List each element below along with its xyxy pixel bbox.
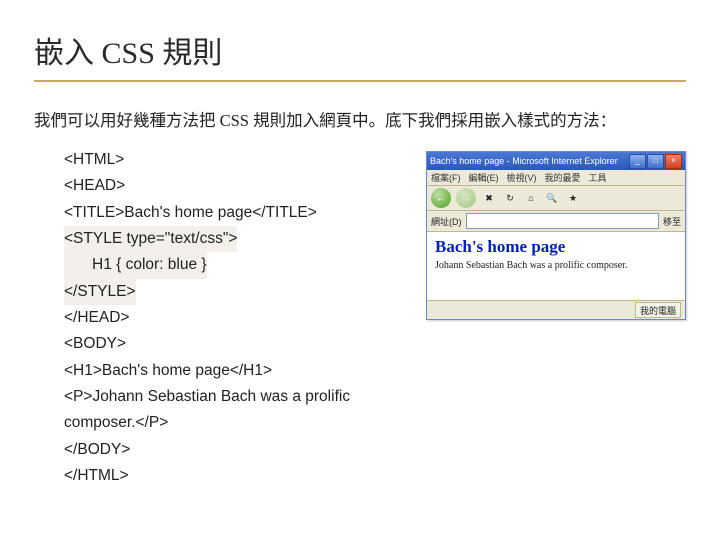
address-field[interactable]: [466, 213, 659, 229]
page-heading: Bach's home page: [435, 237, 677, 257]
browser-content: Bach's home page Johann Sebastian Bach w…: [427, 232, 685, 300]
browser-statusbar: 我的電腦: [427, 300, 685, 319]
code-line: <BODY>: [64, 331, 416, 357]
code-line-highlight: <STYLE type="text/css">: [64, 226, 237, 252]
back-button[interactable]: ←: [431, 188, 451, 208]
browser-menubar: 檔案(F) 編輯(E) 檢視(V) 我的最愛 工具: [427, 170, 685, 186]
address-label: 網址(D): [431, 215, 462, 228]
home-icon[interactable]: ⌂: [523, 190, 539, 206]
menu-edit[interactable]: 編輯(E): [469, 171, 499, 184]
search-icon[interactable]: 🔍: [544, 190, 560, 206]
menu-favorites[interactable]: 我的最愛: [545, 171, 581, 184]
favorites-icon[interactable]: ★: [565, 190, 581, 206]
go-button[interactable]: 移至: [663, 215, 681, 228]
refresh-icon[interactable]: ↻: [502, 190, 518, 206]
code-line: <HEAD>: [64, 173, 416, 199]
forward-button[interactable]: →: [456, 188, 476, 208]
browser-toolbar: ← → ✖ ↻ ⌂ 🔍 ★: [427, 186, 685, 211]
page-paragraph: Johann Sebastian Bach was a prolific com…: [435, 260, 677, 271]
browser-window: Bach's home page - Microsoft Internet Ex…: [426, 151, 686, 320]
minimize-button[interactable]: _: [629, 154, 646, 169]
code-line: </HEAD>: [64, 305, 416, 331]
close-button[interactable]: ×: [665, 154, 682, 169]
browser-titlebar: Bach's home page - Microsoft Internet Ex…: [427, 152, 685, 170]
code-block: <HTML> <HEAD> <TITLE>Bach's home page</T…: [34, 147, 416, 489]
title-underline: [34, 80, 686, 82]
menu-tools[interactable]: 工具: [589, 171, 607, 184]
browser-title: Bach's home page - Microsoft Internet Ex…: [430, 156, 618, 166]
description-text: 我們可以用好幾種方法把 CSS 規則加入網頁中。底下我們採用嵌入樣式的方法：: [34, 104, 686, 137]
code-line-highlight: H1 { color: blue }: [64, 252, 207, 278]
slide-title: 嵌入 CSS 規則: [34, 28, 686, 78]
menu-view[interactable]: 檢視(V): [507, 171, 537, 184]
code-line-highlight: </STYLE>: [64, 279, 136, 305]
code-line: </BODY>: [64, 437, 416, 463]
status-zone: 我的電腦: [635, 302, 681, 318]
code-line: <H1>Bach's home page</H1>: [64, 358, 416, 384]
stop-icon[interactable]: ✖: [481, 190, 497, 206]
code-line: </HTML>: [64, 463, 416, 489]
code-line: <TITLE>Bach's home page</TITLE>: [64, 200, 416, 226]
code-line: <HTML>: [64, 147, 416, 173]
menu-file[interactable]: 檔案(F): [431, 171, 461, 184]
maximize-button[interactable]: □: [647, 154, 664, 169]
browser-addressbar: 網址(D) 移至: [427, 211, 685, 232]
code-line: <P>Johann Sebastian Bach was a prolific …: [64, 384, 416, 437]
